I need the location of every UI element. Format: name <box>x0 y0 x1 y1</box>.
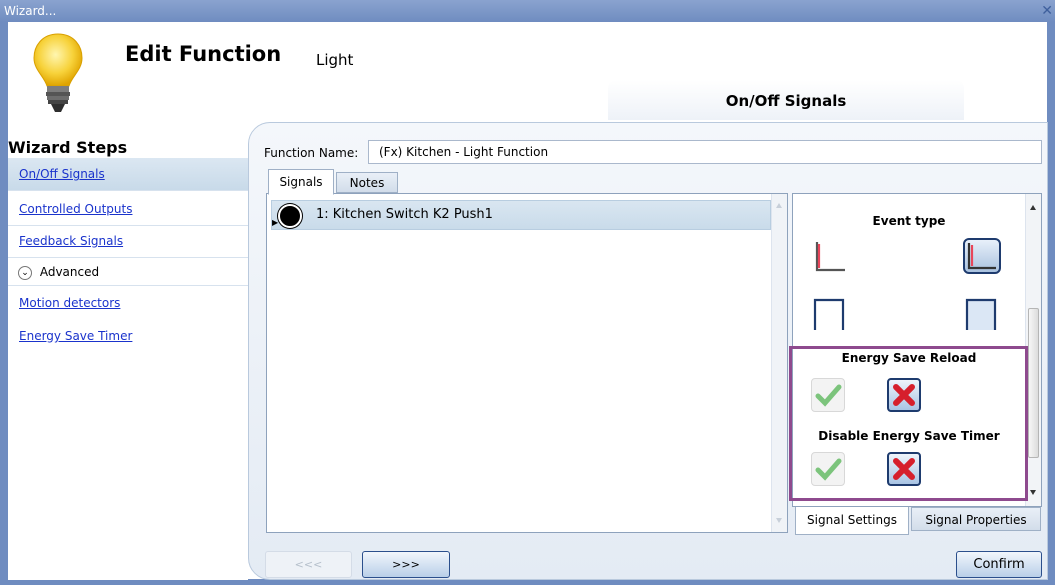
list-scroll-arrows-icon <box>776 203 782 523</box>
event-type-heading: Event type <box>872 214 946 228</box>
close-icon <box>893 458 915 480</box>
check-icon <box>815 384 842 407</box>
window-titlebar: Wizard... ✕ <box>0 0 1055 22</box>
function-name-label: Function Name: <box>264 146 359 160</box>
tab-notes[interactable]: Notes <box>336 172 398 193</box>
tab-signal-settings[interactable]: Signal Settings <box>795 507 909 535</box>
close-icon[interactable]: ✕ <box>1041 0 1053 22</box>
energy-save-reload-yes-button[interactable] <box>811 378 845 412</box>
next-button[interactable]: >>> <box>362 551 450 578</box>
disable-timer-yes-button[interactable] <box>811 452 845 486</box>
settings-scroll-thumb[interactable] <box>1028 308 1039 458</box>
window-title: Wizard... <box>4 4 57 18</box>
signal-label: 1: Kitchen Switch K2 Push1 <box>316 207 493 222</box>
push-button-signal-icon <box>278 204 302 228</box>
settings-scrollbar[interactable] <box>1025 194 1041 506</box>
page-title: Edit Function <box>125 42 282 66</box>
signal-settings-panel: Event type Energy Save Reload Disable En… <box>792 193 1042 507</box>
tab-signal-properties[interactable]: Signal Properties <box>911 507 1041 531</box>
pulse-long-icon[interactable] <box>963 296 1001 332</box>
sidebar-item-energy-save-timer[interactable]: Energy Save Timer <box>8 320 248 353</box>
energy-save-reload-no-button[interactable] <box>887 378 921 412</box>
signal-list: ▶ 1: Kitchen Switch K2 Push1 <box>266 193 788 533</box>
advanced-expander[interactable]: ⌄ Advanced <box>8 258 248 286</box>
window-frame-left <box>0 22 8 585</box>
tab-signals[interactable]: Signals <box>268 169 334 195</box>
disable-timer-no-button[interactable] <box>887 452 921 486</box>
light-bulb-icon <box>33 33 83 112</box>
sidebar-item-controlled-outputs[interactable]: Controlled Outputs <box>8 193 248 226</box>
confirm-button[interactable]: Confirm <box>956 551 1042 578</box>
disable-energy-save-timer-heading: Disable Energy Save Timer <box>818 429 1000 443</box>
sidebar-item-motion-detectors[interactable]: Motion detectors <box>8 287 248 320</box>
current-step-tab: On/Off Signals <box>608 80 964 120</box>
advanced-label: Advanced <box>39 265 100 279</box>
falling-edge-icon[interactable] <box>963 238 1001 274</box>
page-subtitle: Light <box>316 51 354 69</box>
close-icon <box>893 384 915 406</box>
energy-save-reload-heading: Energy Save Reload <box>841 351 977 365</box>
check-icon <box>815 458 842 481</box>
previous-button[interactable]: <<< <box>265 551 352 578</box>
pulse-short-icon[interactable] <box>811 296 849 332</box>
wizard-steps-sidebar: On/Off Signals Controlled Outputs Feedba… <box>8 158 248 580</box>
function-name-input[interactable]: (Fx) Kitchen - Light Function <box>368 140 1042 164</box>
rising-edge-icon[interactable] <box>811 238 849 274</box>
sidebar-item-on-off-signals[interactable]: On/Off Signals <box>8 158 248 191</box>
chevron-down-icon: ⌄ <box>18 265 32 280</box>
wizard-steps-heading: Wizard Steps <box>8 138 128 157</box>
list-item[interactable]: ▶ 1: Kitchen Switch K2 Push1 <box>271 200 771 230</box>
sidebar-item-feedback-signals[interactable]: Feedback Signals <box>8 225 248 258</box>
window-frame-right <box>1047 22 1055 585</box>
list-scrollbar[interactable] <box>771 194 787 532</box>
